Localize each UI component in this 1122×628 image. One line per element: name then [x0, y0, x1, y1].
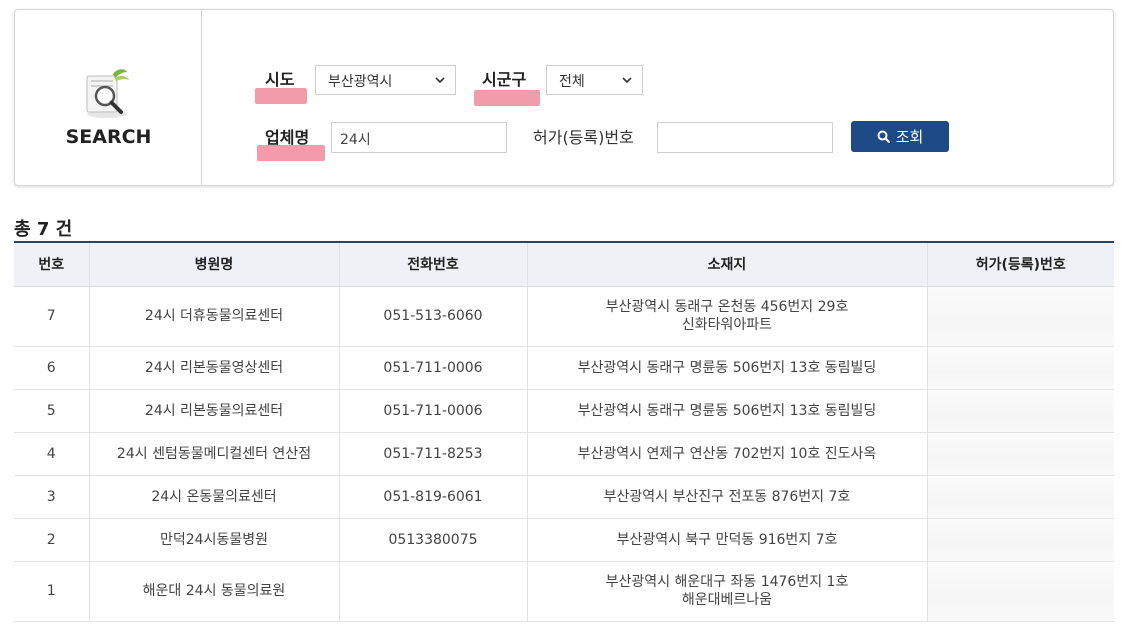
row-permit — [926, 389, 1114, 433]
row-address: 부산광역시 해운대구 좌동 1476번지 1호해운대베르나움 — [526, 561, 927, 622]
table-row[interactable]: 7 24시 더휴동물의료센터 051-513-6060 부산광역시 동래구 온천… — [14, 286, 1114, 347]
search-button[interactable]: 조회 — [851, 121, 949, 152]
row-phone: 051-711-8253 — [338, 432, 527, 476]
table-row[interactable]: 6 24시 리본동물영상센터 051-711-0006 부산광역시 동래구 명륜… — [14, 346, 1114, 390]
permit-label: 허가(등록)번호 — [533, 128, 634, 147]
search-badge: SEARCH — [15, 10, 202, 185]
chevron-down-icon — [435, 77, 445, 84]
sido-selected-value: 부산광역시 — [328, 74, 393, 90]
search-panel: SEARCH 시도 부산광역시 시군구 전체 업체명 24시 허가(등록)번호 … — [14, 9, 1114, 186]
row-hospital-name[interactable]: 24시 온동물의료센터 — [88, 475, 339, 519]
header-phone: 전화번호 — [338, 241, 527, 287]
row-number: 6 — [14, 346, 89, 390]
row-address-line1: 부산광역시 동래구 온천동 456번지 29호 — [605, 299, 849, 315]
header-hospital-name: 병원명 — [88, 241, 339, 287]
row-address: 부산광역시 북구 만덕동 916번지 7호 — [526, 518, 927, 562]
result-total: 총 7 건 — [14, 219, 73, 240]
row-address-line1: 부산광역시 해운대구 좌동 1476번지 1호 — [605, 574, 849, 590]
sigungu-select[interactable]: 전체 — [546, 65, 643, 95]
row-number: 7 — [14, 286, 89, 347]
row-hospital-name[interactable]: 24시 더휴동물의료센터 — [88, 286, 339, 347]
table-row[interactable]: 2 만덕24시동물병원 0513380075 부산광역시 북구 만덕동 916번… — [14, 518, 1114, 562]
row-hospital-name[interactable]: 24시 리본동물의료센터 — [88, 389, 339, 433]
row-permit — [926, 561, 1114, 622]
row-hospital-name[interactable]: 24시 리본동물영상센터 — [88, 346, 339, 390]
row-number: 5 — [14, 389, 89, 433]
header-number: 번호 — [14, 241, 89, 287]
sido-select[interactable]: 부산광역시 — [315, 65, 456, 95]
row-address: 부산광역시 동래구 온천동 456번지 29호신화타워아파트 — [526, 286, 927, 347]
search-button-label: 조회 — [895, 128, 924, 146]
sigungu-selected-value: 전체 — [559, 74, 585, 90]
row-phone — [338, 561, 527, 622]
row-phone: 051-513-6060 — [338, 286, 527, 347]
permit-input[interactable] — [657, 122, 833, 153]
table-row[interactable]: 1 해운대 24시 동물의료원 부산광역시 해운대구 좌동 1476번지 1호해… — [14, 561, 1114, 622]
hospital-table: 번호 병원명 전화번호 소재지 허가(등록)번호 7 24시 더휴동물의료센터 … — [14, 241, 1114, 622]
table-header-row: 번호 병원명 전화번호 소재지 허가(등록)번호 — [14, 241, 1114, 287]
row-number: 4 — [14, 432, 89, 476]
sigungu-label: 시군구 — [482, 70, 527, 89]
row-hospital-name[interactable]: 24시 센텀동물메디컬센터 연산점 — [88, 432, 339, 476]
row-phone: 0513380075 — [338, 518, 527, 562]
row-address-line2: 신화타워아파트 — [681, 317, 773, 333]
sigungu-highlight — [474, 90, 540, 106]
sido-highlight — [255, 88, 307, 104]
row-permit — [926, 518, 1114, 562]
header-address: 소재지 — [526, 241, 927, 287]
row-address: 부산광역시 부산진구 전포동 876번지 7호 — [526, 475, 927, 519]
row-address: 부산광역시 동래구 명륜동 506번지 13호 동림빌딩 — [526, 346, 927, 390]
search-icon — [877, 130, 890, 143]
table-row[interactable]: 5 24시 리본동물의료센터 051-711-0006 부산광역시 동래구 명륜… — [14, 389, 1114, 433]
row-number: 3 — [14, 475, 89, 519]
search-title: SEARCH — [65, 126, 152, 148]
row-phone: 051-711-0006 — [338, 389, 527, 433]
header-permit-number: 허가(등록)번호 — [926, 241, 1114, 287]
row-permit — [926, 475, 1114, 519]
row-address: 부산광역시 동래구 명륜동 506번지 13호 동림빌딩 — [526, 389, 927, 433]
name-input[interactable]: 24시 — [331, 122, 507, 153]
row-hospital-name[interactable]: 만덕24시동물병원 — [88, 518, 339, 562]
row-permit — [926, 432, 1114, 476]
row-number: 2 — [14, 518, 89, 562]
row-address: 부산광역시 연제구 연산동 702번지 10호 진도사옥 — [526, 432, 927, 476]
name-label: 업체명 — [265, 128, 310, 147]
table-row[interactable]: 4 24시 센텀동물메디컬센터 연산점 051-711-8253 부산광역시 연… — [14, 432, 1114, 476]
magnifier-document-icon — [86, 69, 129, 118]
row-phone: 051-711-0006 — [338, 346, 527, 390]
table-row[interactable]: 3 24시 온동물의료센터 051-819-6061 부산광역시 부산진구 전포… — [14, 475, 1114, 519]
row-hospital-name[interactable]: 해운대 24시 동물의료원 — [88, 561, 339, 622]
row-phone: 051-819-6061 — [338, 475, 527, 519]
row-permit — [926, 286, 1114, 347]
row-number: 1 — [14, 561, 89, 622]
row-address-line2: 해운대베르나움 — [681, 592, 773, 608]
sido-label: 시도 — [265, 70, 295, 89]
chevron-down-icon — [622, 77, 632, 84]
row-permit — [926, 346, 1114, 390]
